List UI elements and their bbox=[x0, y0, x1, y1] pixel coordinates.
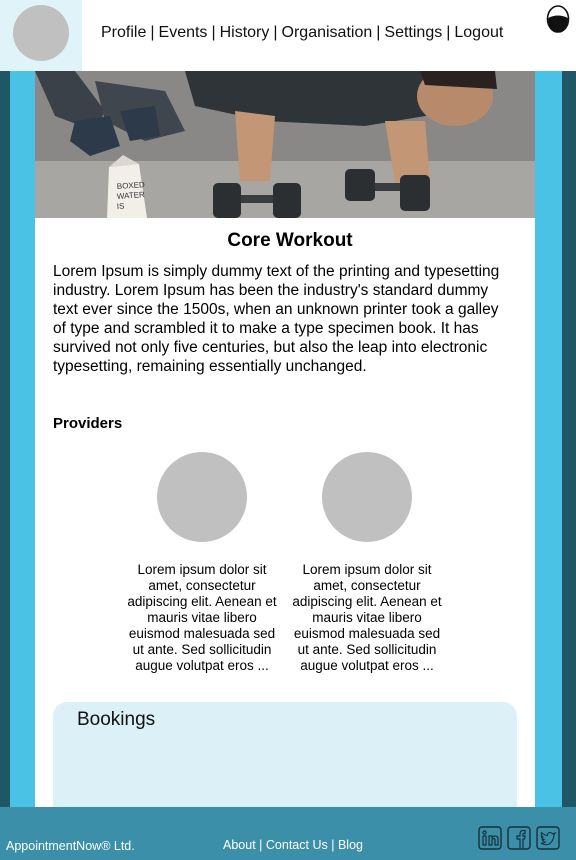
nav-separator: | bbox=[150, 24, 155, 41]
nav-history[interactable]: History bbox=[220, 24, 270, 41]
provider-avatar[interactable] bbox=[157, 452, 247, 542]
svg-text:IS: IS bbox=[117, 201, 125, 211]
workout-photo: BOXED WATER IS bbox=[35, 71, 535, 218]
footer-link-about[interactable]: About bbox=[223, 838, 256, 852]
provider-avatar[interactable] bbox=[322, 452, 412, 542]
providers-heading: Providers bbox=[53, 415, 123, 432]
footer-link-blog[interactable]: Blog bbox=[338, 838, 363, 852]
left-band bbox=[10, 71, 35, 807]
event-description: Lorem Ipsum is simply dummy text of the … bbox=[53, 263, 500, 375]
nav-separator: | bbox=[211, 24, 216, 41]
nav-logout[interactable]: Logout bbox=[454, 24, 503, 41]
avatar-container bbox=[0, 0, 82, 71]
provider-card[interactable]: Lorem ipsum dolor sit amet, consectetur … bbox=[122, 452, 282, 674]
right-band bbox=[535, 71, 562, 807]
bookings-panel: Bookings bbox=[53, 702, 517, 807]
nav-separator: | bbox=[376, 24, 381, 41]
avatar[interactable] bbox=[13, 5, 69, 61]
provider-bio: Lorem ipsum dolor sit amet, consectetur … bbox=[127, 562, 277, 673]
event-detail-panel: BOXED WATER IS Core Workout Lorem Ipsum … bbox=[35, 71, 535, 807]
provider-bio: Lorem ipsum dolor sit amet, consectetur … bbox=[292, 562, 442, 673]
main-nav: Profile | Events | History | Organisation | Sett… bbox=[101, 24, 503, 42]
app-logo-icon[interactable] bbox=[546, 4, 570, 34]
footer-link-contact[interactable]: Contact Us bbox=[266, 838, 328, 852]
twitter-icon[interactable] bbox=[536, 826, 560, 850]
nav-separator: | bbox=[446, 24, 451, 41]
event-hero-image: BOXED WATER IS bbox=[35, 71, 535, 218]
company-name: AppointmentNow® Ltd. bbox=[6, 839, 135, 853]
footer: AppointmentNow® Ltd. About | Contact Us … bbox=[0, 807, 576, 860]
footer-links: About | Contact Us | Blog bbox=[223, 838, 363, 852]
nav-settings[interactable]: Settings bbox=[384, 24, 442, 41]
footer-separator: | bbox=[259, 838, 263, 852]
bookings-title: Bookings bbox=[77, 709, 156, 730]
facebook-icon[interactable] bbox=[507, 826, 531, 850]
event-title: Core Workout bbox=[227, 230, 353, 251]
nav-separator: | bbox=[273, 24, 278, 41]
nav-organisation[interactable]: Organisation bbox=[282, 24, 373, 41]
nav-profile[interactable]: Profile bbox=[101, 24, 146, 41]
linkedin-icon[interactable] bbox=[478, 826, 502, 850]
provider-card[interactable]: Lorem ipsum dolor sit amet, consectetur … bbox=[287, 452, 447, 674]
top-header: Profile | Events | History | Organisation | Sett… bbox=[0, 0, 576, 71]
nav-events[interactable]: Events bbox=[159, 24, 208, 41]
footer-separator: | bbox=[331, 838, 335, 852]
